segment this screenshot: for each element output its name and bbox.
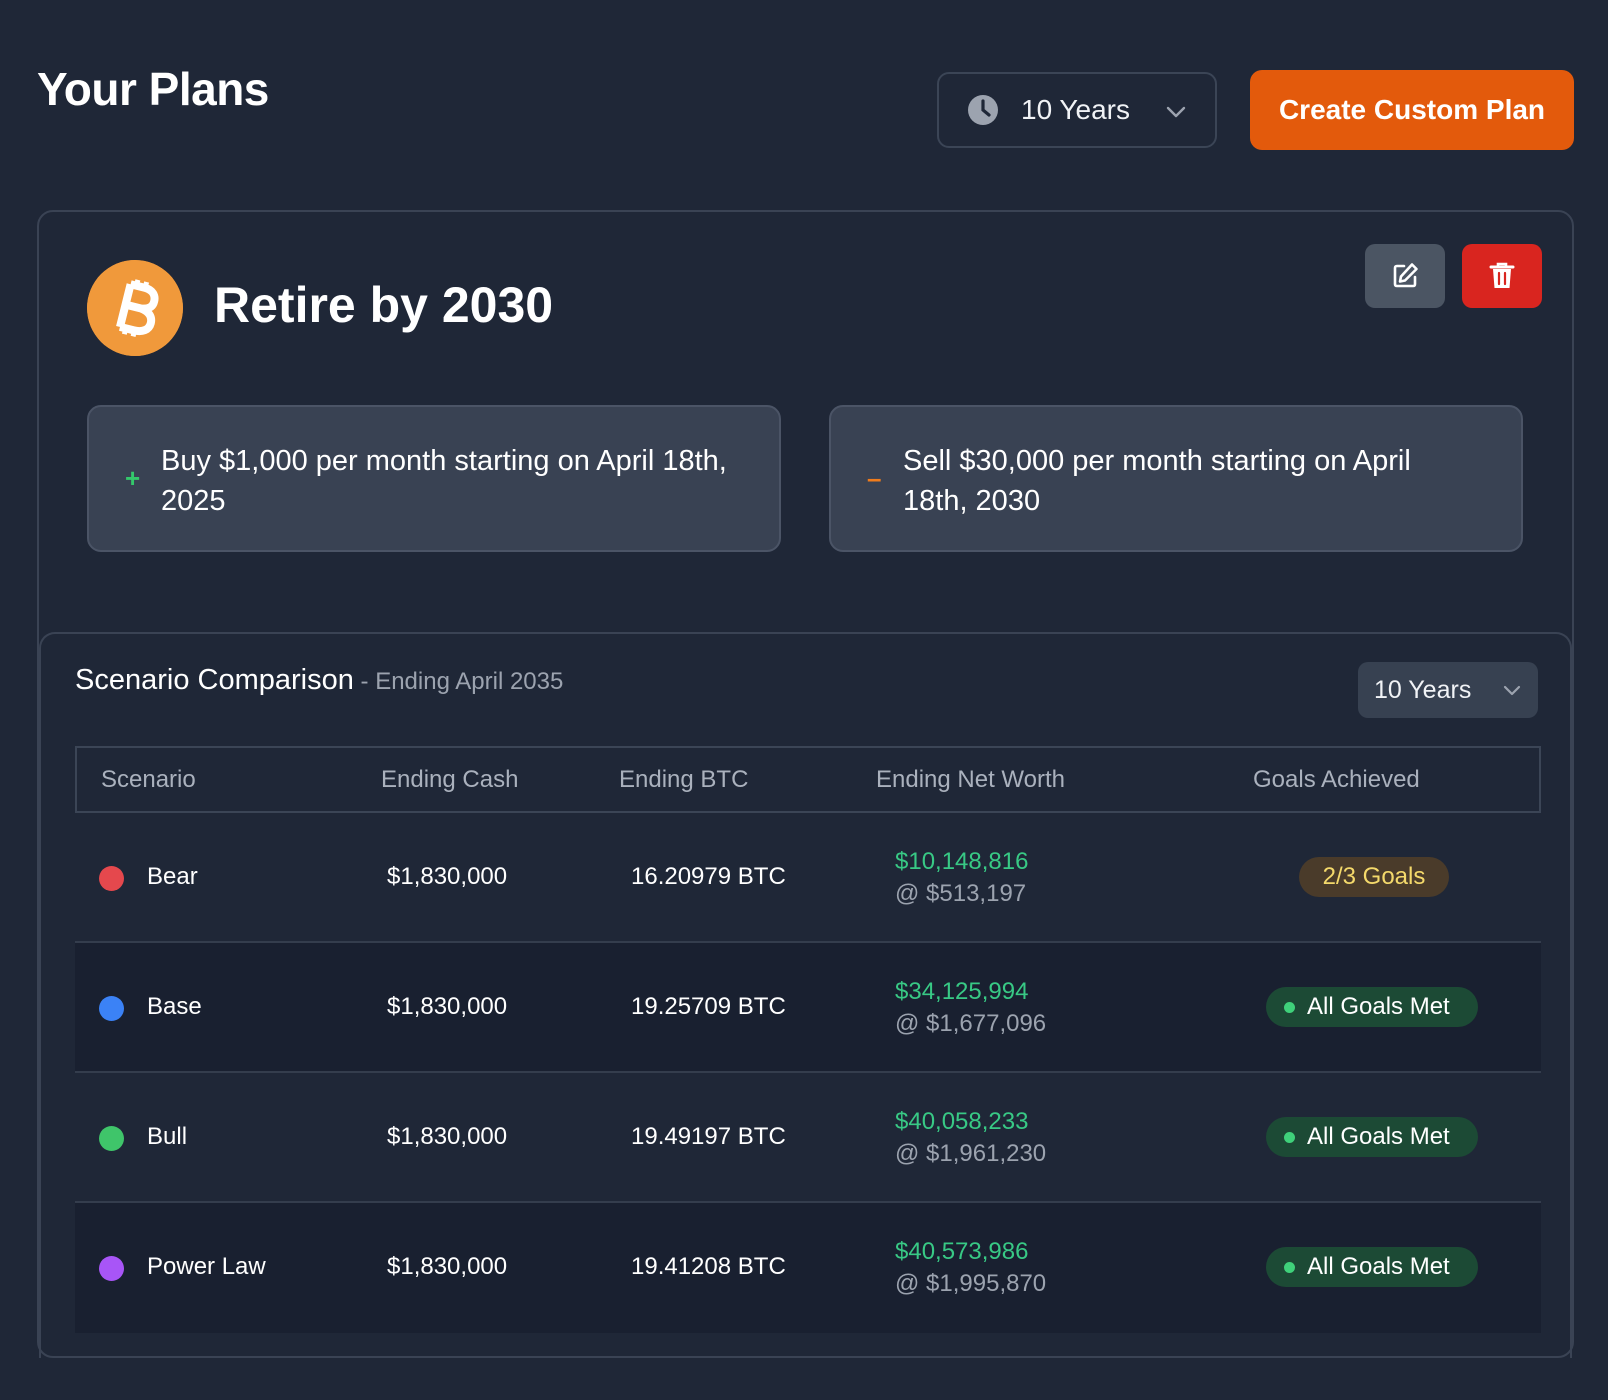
ending-cash: $1,830,000: [387, 993, 508, 1020]
plus-icon: +: [125, 463, 141, 493]
scenario-color-dot: [99, 996, 124, 1021]
status-dot-icon: [1284, 1001, 1295, 1013]
btc-price: @ $1,995,870: [895, 1270, 1047, 1297]
column-header-ending-cash: Ending Cash: [381, 765, 519, 793]
scenario-color-dot: [99, 1126, 124, 1151]
chevron-down-icon: [1166, 106, 1186, 118]
table-row: Base $1,830,000 19.25709 BTC $34,125,994…: [75, 943, 1541, 1073]
page-title: Your Plans: [37, 63, 269, 115]
sell-rule-card: – Sell $30,000 per month starting on Apr…: [829, 405, 1523, 552]
plan-title: Retire by 2030: [214, 277, 554, 333]
goals-badge-label: All Goals Met: [1307, 1253, 1450, 1280]
scenario-name: Bear: [147, 863, 198, 890]
ending-btc: 19.25709 BTC: [631, 993, 786, 1020]
comparison-time-range-select[interactable]: 10 Years: [1358, 662, 1538, 718]
table-row: Bear $1,830,000 16.20979 BTC $10,148,816…: [75, 813, 1541, 943]
btc-price: @ $1,677,096: [895, 1010, 1047, 1037]
delete-plan-button[interactable]: [1462, 244, 1542, 308]
trash-icon: [1489, 262, 1515, 288]
minus-icon: –: [867, 463, 882, 493]
net-worth-value: $40,573,986: [895, 1238, 1029, 1265]
sell-rule-text: Sell $30,000 per month starting on April…: [903, 445, 1411, 517]
column-header-goals-achieved: Goals Achieved: [1253, 765, 1420, 793]
scenario-table: Scenario Ending Cash Ending BTC Ending N…: [75, 746, 1541, 1333]
ending-cash: $1,830,000: [387, 1253, 508, 1280]
scenario-name: Base: [147, 993, 202, 1020]
goals-badge: All Goals Met: [1266, 987, 1478, 1027]
scenario-comparison-heading: Scenario Comparison - Ending April 2035: [75, 664, 563, 697]
comparison-time-range-label: 10 Years: [1374, 675, 1472, 704]
ending-net-worth: $10,148,816 @ $513,197: [895, 846, 1028, 910]
goals-badge: 2/3 Goals: [1299, 857, 1449, 897]
scenario-name: Power Law: [147, 1253, 266, 1280]
buy-rule-text: Buy $1,000 per month starting on April 1…: [161, 445, 727, 517]
ending-btc: 16.20979 BTC: [631, 863, 786, 890]
goals-badge-label: All Goals Met: [1307, 993, 1450, 1020]
ending-net-worth: $40,573,986 @ $1,995,870: [895, 1236, 1046, 1300]
table-header: Scenario Ending Cash Ending BTC Ending N…: [75, 746, 1541, 813]
scenario-comparison-panel: Scenario Comparison - Ending April 2035 …: [39, 632, 1572, 1358]
scenario-color-dot: [99, 1256, 124, 1281]
net-worth-value: $10,148,816: [895, 848, 1029, 875]
chevron-down-icon: [1503, 685, 1521, 696]
goals-badge-label: All Goals Met: [1307, 1123, 1450, 1150]
column-header-scenario: Scenario: [101, 765, 196, 793]
column-header-ending-btc: Ending BTC: [619, 765, 749, 793]
time-range-select[interactable]: 10 Years: [937, 72, 1217, 148]
ending-cash: $1,830,000: [387, 863, 508, 890]
scenario-comparison-title: Scenario Comparison: [75, 664, 354, 696]
time-range-label: 10 Years: [1021, 94, 1130, 125]
scenario-comparison-subtitle: - Ending April 2035: [353, 668, 564, 695]
scenario-color-dot: [99, 866, 124, 891]
edit-plan-button[interactable]: [1365, 244, 1445, 308]
scenario-name: Bull: [147, 1123, 188, 1150]
table-row: Bull $1,830,000 19.49197 BTC $40,058,233…: [75, 1073, 1541, 1203]
btc-price: @ $1,961,230: [895, 1140, 1047, 1167]
status-dot-icon: [1284, 1261, 1295, 1273]
ending-btc: 19.41208 BTC: [631, 1253, 786, 1280]
buy-rule-card: + Buy $1,000 per month starting on April…: [87, 405, 781, 552]
ending-net-worth: $40,058,233 @ $1,961,230: [895, 1106, 1046, 1170]
column-header-ending-net-worth: Ending Net Worth: [876, 765, 1065, 793]
net-worth-value: $34,125,994: [895, 978, 1029, 1005]
plan-card: Retire by 2030 + Buy $1,000 per month st…: [37, 210, 1574, 1358]
clock-icon: [968, 95, 998, 125]
goals-badge: All Goals Met: [1266, 1247, 1478, 1287]
ending-net-worth: $34,125,994 @ $1,677,096: [895, 976, 1046, 1040]
plans-page: Your Plans 10 Years Create Custom Plan R…: [0, 0, 1608, 1400]
ending-cash: $1,830,000: [387, 1123, 508, 1150]
create-custom-plan-button[interactable]: Create Custom Plan: [1250, 70, 1574, 150]
status-dot-icon: [1284, 1131, 1295, 1143]
ending-btc: 19.49197 BTC: [631, 1123, 786, 1150]
btc-price: @ $513,197: [895, 880, 1027, 907]
goals-badge: All Goals Met: [1266, 1117, 1478, 1157]
table-row: Power Law $1,830,000 19.41208 BTC $40,57…: [75, 1203, 1541, 1333]
goals-badge-label: 2/3 Goals: [1322, 863, 1426, 890]
net-worth-value: $40,058,233: [895, 1108, 1029, 1135]
bitcoin-icon: [87, 260, 183, 356]
edit-icon: [1393, 263, 1418, 288]
